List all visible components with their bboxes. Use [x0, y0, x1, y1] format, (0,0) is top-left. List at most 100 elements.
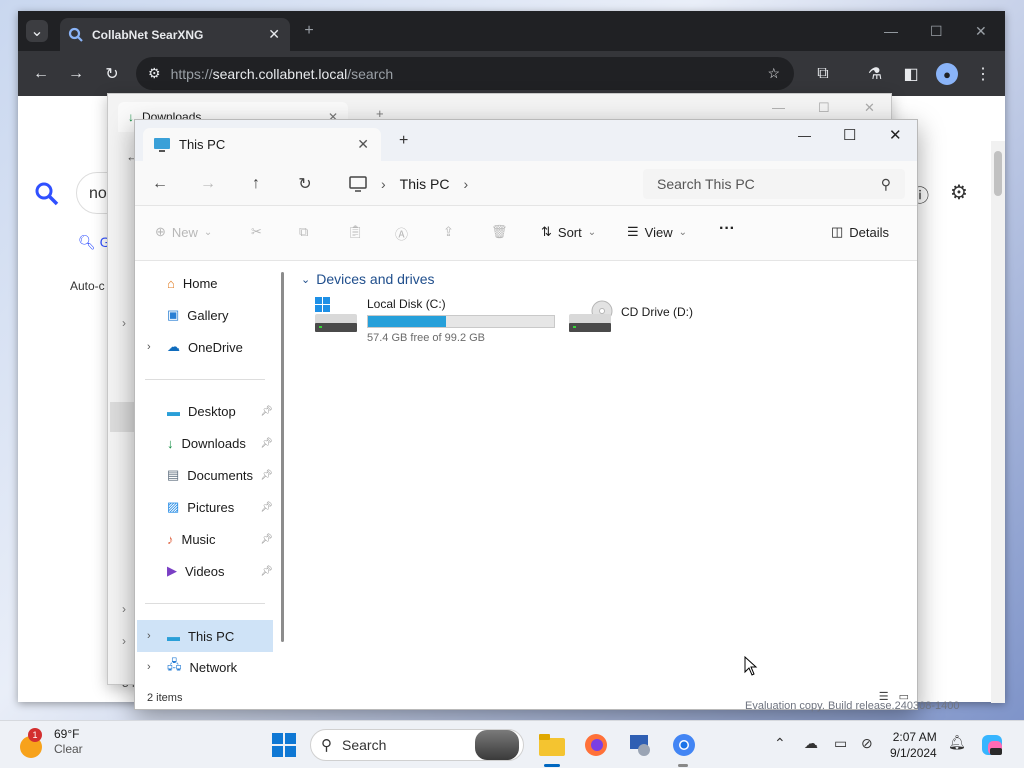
- expand-chevron-icon[interactable]: ›: [122, 634, 126, 648]
- copilot-button[interactable]: [978, 731, 1006, 759]
- sidebar-item-label: This PC: [188, 628, 235, 644]
- pin-icon[interactable]: 📌︎: [260, 406, 273, 417]
- bookmark-star-icon[interactable]: ☆: [767, 65, 780, 82]
- taskbar-firefox[interactable]: [582, 731, 610, 759]
- taskbar-chrome[interactable]: [670, 731, 698, 759]
- details-button[interactable]: ◫ Details: [831, 224, 889, 240]
- sidebar-item-music[interactable]: ♪ Music 📌︎: [135, 525, 275, 553]
- sidebar-item-pictures[interactable]: ▨ Pictures 📌︎: [135, 493, 275, 521]
- sidebar-item-this-pc[interactable]: › ▬ This PC: [137, 620, 273, 652]
- sidebar-item-documents[interactable]: ▤ Documents 📌︎: [135, 461, 275, 489]
- tab-general[interactable]: 🔍︎ G: [78, 234, 111, 251]
- sidebar-item-network[interactable]: › 🖧︎ Network: [135, 653, 275, 681]
- back-button[interactable]: ←: [149, 173, 171, 195]
- close-tab-icon[interactable]: ✕: [357, 136, 369, 153]
- labs-icon[interactable]: ⚗: [864, 63, 886, 85]
- close-window-button[interactable]: ✕: [889, 126, 902, 144]
- page-scrollbar[interactable]: [991, 141, 1005, 703]
- expand-chevron-icon[interactable]: ›: [122, 602, 126, 616]
- pin-icon[interactable]: 📌︎: [260, 438, 273, 449]
- maximize-button[interactable]: ☐: [843, 126, 856, 144]
- maximize-button[interactable]: ☐: [818, 100, 830, 116]
- new-tab-button[interactable]: +: [399, 132, 408, 150]
- taskbar-remote-desktop[interactable]: [626, 731, 654, 759]
- share-button[interactable]: ⇪: [443, 224, 454, 240]
- breadcrumb-this-pc[interactable]: This PC: [400, 176, 450, 192]
- close-window-button[interactable]: ✕: [975, 23, 987, 40]
- profile-avatar-icon[interactable]: ●: [936, 63, 958, 85]
- chevron-right-icon[interactable]: ›: [147, 630, 151, 642]
- explorer-search-input[interactable]: Search This PC ⚲: [643, 169, 905, 199]
- cut-button[interactable]: ✂: [251, 224, 262, 240]
- chevron-right-icon[interactable]: ›: [381, 176, 386, 192]
- paste-button[interactable]: 📋︎: [347, 224, 364, 240]
- sidebar-item-gallery[interactable]: ▣ Gallery: [135, 301, 275, 329]
- taskbar-search[interactable]: ⚲ Search: [310, 729, 524, 761]
- this-pc-explorer-window[interactable]: This PC ✕ + — ☐ ✕ ← → ↑ ↻ › This PC › Se…: [134, 119, 918, 710]
- downloads-icon: ↓: [167, 435, 174, 451]
- minimize-button[interactable]: —: [884, 23, 898, 39]
- extensions-icon[interactable]: ⧉: [812, 63, 834, 85]
- chevron-right-icon[interactable]: ›: [463, 176, 468, 192]
- show-hidden-icons-chevron-icon[interactable]: ⌃: [774, 735, 786, 752]
- chevron-right-icon[interactable]: ›: [147, 341, 151, 353]
- taskbar-file-explorer[interactable]: [538, 731, 566, 759]
- more-options-button[interactable]: ···: [719, 220, 735, 238]
- close-tab-icon[interactable]: ✕: [268, 26, 280, 43]
- group-header-devices[interactable]: ⌄ Devices and drives: [301, 271, 435, 287]
- navigation-pane-scrollbar[interactable]: [281, 272, 284, 642]
- start-button[interactable]: [270, 731, 298, 759]
- this-pc-icon: [154, 137, 170, 152]
- rename-button[interactable]: Ⓐ: [395, 224, 408, 243]
- search-placeholder: Search This PC: [657, 176, 755, 192]
- side-panel-icon[interactable]: ◧: [900, 63, 922, 85]
- site-settings-icon[interactable]: ⚙: [148, 65, 161, 82]
- expand-chevron-icon[interactable]: ›: [122, 316, 126, 330]
- weather-widget[interactable]: 1 69°F Clear: [18, 727, 83, 758]
- system-clock[interactable]: 2:07 AM 9/1/2024: [890, 729, 937, 761]
- refresh-button[interactable]: ↻: [294, 173, 316, 195]
- address-bar[interactable]: › This PC ›: [341, 169, 631, 199]
- reload-button[interactable]: ↻: [101, 63, 123, 85]
- new-tab-button[interactable]: +: [298, 20, 320, 42]
- sidebar-item-home[interactable]: ⌂ Home: [135, 269, 275, 297]
- chrome-tab-active[interactable]: CollabNet SearXNG ✕: [60, 18, 290, 51]
- up-button[interactable]: ↑: [245, 173, 267, 195]
- forward-button[interactable]: →: [197, 173, 219, 195]
- sidebar-item-desktop[interactable]: ▬ Desktop 📌︎: [135, 397, 275, 425]
- explorer-tab-this-pc[interactable]: This PC ✕: [143, 128, 381, 161]
- notification-bell-icon[interactable]: 🔔︎: [948, 734, 966, 751]
- selected-nav-item[interactable]: [110, 402, 134, 432]
- pin-icon[interactable]: 📌︎: [260, 470, 273, 481]
- tab-search-button[interactable]: ⌄: [26, 20, 48, 42]
- new-button[interactable]: ⊕ New ⌄: [155, 224, 212, 240]
- close-window-button[interactable]: ✕: [864, 100, 875, 116]
- sort-button[interactable]: ⇅ Sort ⌄: [541, 224, 596, 240]
- onedrive-offline-icon[interactable]: ☁: [804, 735, 818, 752]
- pin-icon[interactable]: 📌︎: [260, 534, 273, 545]
- copy-button[interactable]: ⧉: [299, 224, 308, 240]
- chevron-right-icon[interactable]: ›: [147, 661, 151, 673]
- scrollbar-thumb[interactable]: [994, 151, 1002, 196]
- sidebar-item-downloads[interactable]: ↓ Downloads 📌︎: [135, 429, 275, 457]
- delete-button[interactable]: 🗑︎: [491, 224, 508, 240]
- view-button[interactable]: ☰ View ⌄: [627, 224, 687, 240]
- network-icon[interactable]: ▭: [834, 735, 847, 752]
- mouse-pointer-icon: [744, 656, 758, 676]
- maximize-button[interactable]: ☐: [930, 23, 943, 40]
- address-bar[interactable]: ⚙ https://search.collabnet.local/search …: [136, 57, 794, 90]
- sidebar-item-onedrive[interactable]: › ☁ OneDrive: [135, 333, 275, 361]
- minimize-button[interactable]: —: [798, 128, 811, 143]
- forward-button[interactable]: →: [65, 63, 87, 85]
- pin-icon[interactable]: 📌︎: [260, 566, 273, 577]
- drive-cd-d[interactable]: CD Drive (D:): [569, 297, 693, 335]
- chrome-menu-icon[interactable]: ⋮: [972, 63, 994, 85]
- search-highlight-icon: [475, 730, 519, 760]
- minimize-button[interactable]: —: [772, 100, 785, 115]
- volume-icon[interactable]: ⊘: [861, 735, 873, 752]
- back-button[interactable]: ←: [30, 63, 52, 85]
- drive-local-disk-c[interactable]: Local Disk (C:) 57.4 GB free of 99.2 GB: [315, 297, 555, 344]
- pin-icon[interactable]: 📌︎: [260, 502, 273, 513]
- settings-gear-icon[interactable]: ⚙: [950, 180, 968, 205]
- sidebar-item-videos[interactable]: ▶ Videos 📌︎: [135, 557, 275, 585]
